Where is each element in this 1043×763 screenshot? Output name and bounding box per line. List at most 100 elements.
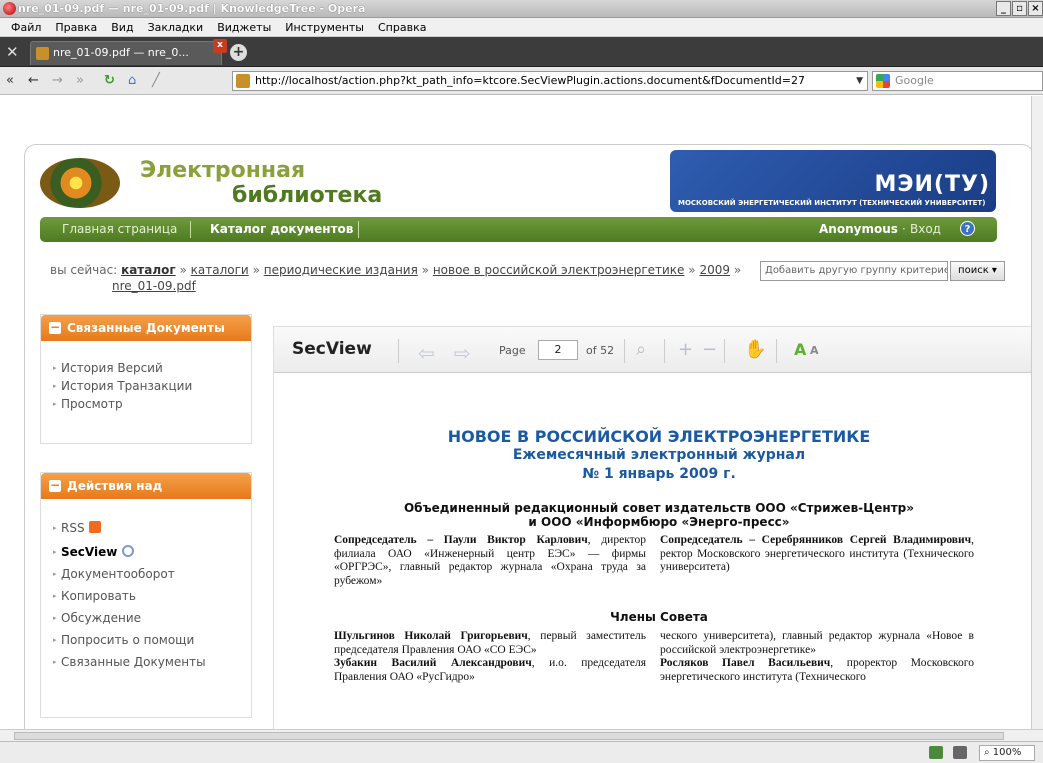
breadcrumb-year[interactable]: 2009 [699, 263, 730, 277]
panel-icon[interactable] [953, 746, 967, 759]
horizontal-scrollbar[interactable] [0, 729, 1043, 741]
toolbar-divider [624, 339, 625, 363]
menu-edit[interactable]: Правка [48, 21, 104, 34]
close-window-button[interactable]: × [1028, 1, 1043, 16]
zoom-in-icon[interactable]: + [678, 339, 693, 360]
action-copy[interactable]: Копировать [41, 587, 251, 605]
related-documents-title: Связанные Документы [67, 321, 225, 335]
forward-icon[interactable]: → [52, 73, 63, 88]
mei-logo-subtitle: МОСКОВСКИЙ ЭНЕРГЕТИЧЕСКИЙ ИНСТИТУТ (ТЕХН… [678, 199, 986, 207]
menu-view[interactable]: Вид [104, 21, 140, 34]
action-ask-help[interactable]: Попросить о помощи [41, 631, 251, 649]
text-larger-icon[interactable]: A [794, 340, 806, 359]
text-smaller-icon[interactable]: A [810, 344, 819, 357]
breadcrumb-catalogs[interactable]: каталоги [191, 263, 249, 277]
breadcrumb-separator: » [179, 263, 187, 277]
action-discussion[interactable]: Обсуждение [41, 609, 251, 627]
search-button[interactable]: поиск ▾ [950, 261, 1005, 281]
action-related-documents[interactable]: Связанные Документы [41, 653, 251, 671]
hand-tool-icon[interactable]: ✋ [744, 339, 766, 360]
breadcrumb-prefix: вы сейчас: [50, 263, 118, 277]
nav-divider [190, 221, 191, 238]
status-bar: ⌕ 100% [0, 741, 1043, 763]
vertical-scrollbar[interactable] [1031, 96, 1043, 729]
google-icon [876, 74, 890, 88]
related-documents-portlet: − Связанные Документы История Версий Ист… [40, 314, 252, 444]
back-icon[interactable]: ← [28, 73, 39, 88]
edit-icon[interactable]: ╱ [152, 73, 160, 88]
criteria-input[interactable]: Добавить другую группу критериев [760, 261, 948, 281]
main-navbar: Главная страница Каталог документов Anon… [40, 217, 997, 242]
fast-forward-icon[interactable]: » [76, 73, 84, 88]
prev-page-icon[interactable]: ⇦ [418, 341, 435, 365]
page-number-input[interactable]: 2 [538, 340, 578, 360]
cochair-1-name: Сопредседатель – Паули Виктор Карлович [334, 534, 588, 546]
menu-widgets[interactable]: Виджеты [210, 21, 278, 34]
document-page: НОВОЕ В РОССИЙСКОЙ ЭЛЕКТРОЭНЕРГЕТИКЕ Еже… [274, 374, 1031, 729]
zoom-search-icon[interactable]: ⌕ [636, 339, 646, 360]
tools-icon[interactable]: ✕ [6, 43, 19, 61]
close-tab-icon[interactable]: x [213, 39, 227, 53]
site-favicon-icon [236, 74, 250, 88]
breadcrumb-journal[interactable]: новое в российской электроэнергетике [433, 263, 685, 277]
menu-help[interactable]: Справка [371, 21, 433, 34]
doc-subheading: Ежемесячный электронный журнал [512, 447, 806, 463]
help-icon[interactable]: ? [960, 221, 975, 236]
menu-bar: Файл Правка Вид Закладки Виджеты Инструм… [0, 18, 1043, 37]
viewer-title: SecView [292, 339, 372, 359]
nav-home-link[interactable]: Главная страница [62, 222, 177, 236]
doc-cochair-2: Сопредседатель – Серебрянников Сергей Вл… [660, 534, 974, 575]
document-actions-header[interactable]: − Действия над документом [41, 473, 251, 519]
nav-login-link[interactable]: Вход [910, 222, 941, 236]
action-rss-label: RSS [61, 521, 85, 535]
rewind-icon[interactable]: « [6, 73, 14, 88]
url-text: http://localhost/action.php?kt_path_info… [255, 74, 805, 87]
doc-board-line2: и ООО «Информбюро «Энерго-пресс» [528, 515, 790, 529]
collapse-icon[interactable]: − [49, 321, 61, 334]
breadcrumb-current-file[interactable]: nre_01-09.pdf [112, 279, 196, 293]
link-version-history[interactable]: История Версий [41, 359, 251, 377]
zoom-value: 100% [992, 747, 1022, 758]
horizontal-scroll-thumb[interactable] [14, 732, 1004, 740]
rss-icon [88, 521, 101, 533]
next-page-icon[interactable]: ⇨ [454, 341, 471, 365]
tab-document[interactable]: nre_01-09.pdf — nre_0... x [30, 39, 227, 65]
page-label: Page [499, 344, 526, 357]
nav-divider [358, 221, 359, 238]
minimize-button[interactable]: _ [996, 1, 1011, 16]
maximize-button[interactable]: ▫ [1012, 1, 1027, 16]
address-field[interactable]: http://localhost/action.php?kt_path_info… [232, 71, 868, 91]
doc-members-heading: Члены Совета [610, 610, 708, 624]
history-dropdown-icon[interactable]: ▼ [856, 72, 863, 90]
zoom-control[interactable]: ⌕ 100% [979, 745, 1035, 761]
brand-line2: библиотека [232, 183, 383, 208]
member-1-name: Шульгинов Николай Григорьевич [334, 630, 528, 642]
action-rss[interactable]: RSS [41, 519, 251, 537]
breadcrumb-catalog[interactable]: каталог [121, 263, 176, 277]
nav-catalog-link[interactable]: Каталог документов [210, 222, 353, 236]
menu-file[interactable]: Файл [4, 21, 48, 34]
related-documents-header[interactable]: − Связанные Документы [41, 315, 251, 341]
action-secview[interactable]: SecView [41, 543, 251, 561]
library-logo[interactable] [40, 158, 120, 208]
menu-bookmarks[interactable]: Закладки [141, 21, 211, 34]
turbo-icon[interactable] [929, 746, 943, 759]
link-preview[interactable]: Просмотр [41, 395, 251, 413]
menu-tools[interactable]: Инструменты [278, 21, 371, 34]
reload-icon[interactable]: ↻ [104, 73, 115, 88]
new-tab-icon[interactable]: + [230, 44, 247, 61]
document-actions-title: Действия над документом [67, 479, 163, 519]
mei-logo[interactable]: МЭИ(ТУ) МОСКОВСКИЙ ЭНЕРГЕТИЧЕСКИЙ ИНСТИТ… [670, 150, 996, 212]
action-workflow[interactable]: Документооборот [41, 565, 251, 583]
viewer-toolbar: SecView ⇦ ⇨ Page 2 of 52 ⌕ + − ✋ A A [274, 327, 1031, 373]
zoom-out-icon[interactable]: − [702, 339, 717, 360]
link-transaction-history[interactable]: История Транзакции [41, 377, 251, 395]
home-icon[interactable]: ⌂ [128, 73, 136, 88]
doc-members-right: ческого университета), главный редактор … [660, 630, 974, 684]
search-field[interactable]: Google [872, 71, 1043, 91]
window-controls: _ ▫ × [996, 1, 1043, 16]
member-3-desc: ческого университета), главный редактор … [660, 630, 974, 656]
magnifier-icon [122, 545, 135, 557]
collapse-icon[interactable]: − [49, 479, 61, 492]
breadcrumb-periodicals[interactable]: периодические издания [264, 263, 418, 277]
